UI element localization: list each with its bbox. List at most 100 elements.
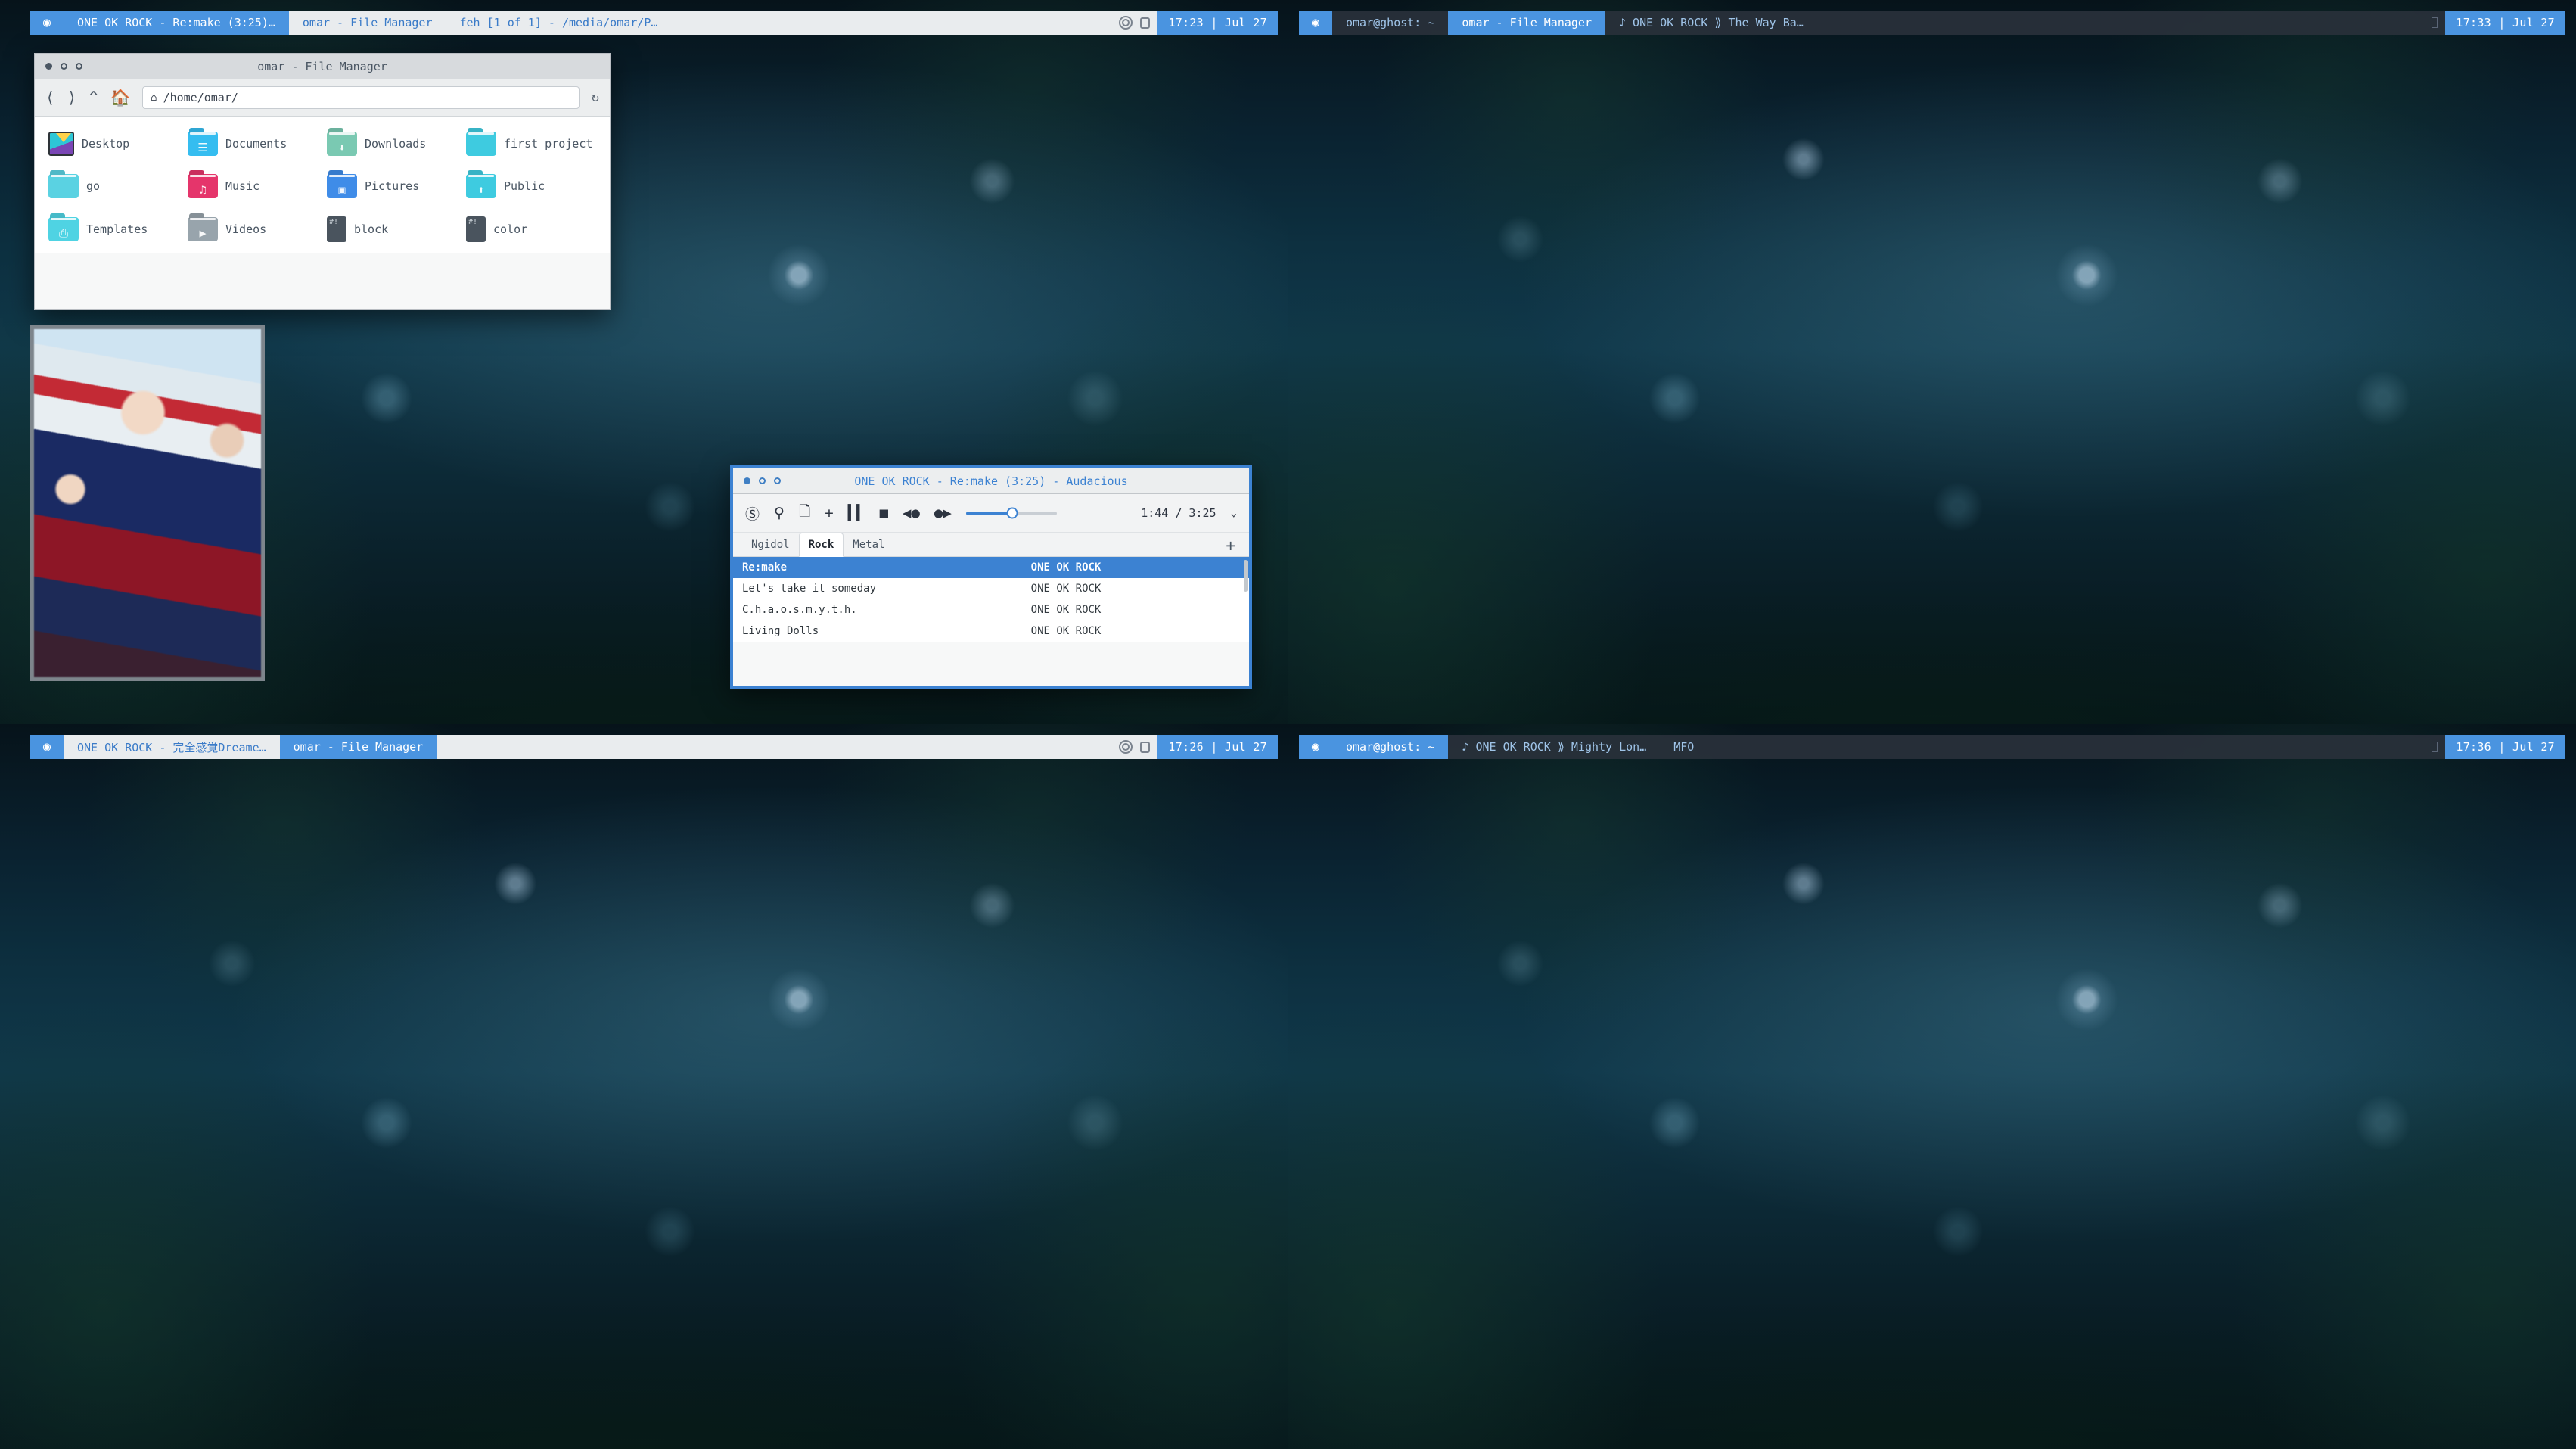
system-tray[interactable] bbox=[1111, 735, 1157, 759]
playlist-row[interactable]: C.h.a.o.s.m.y.t.h. ONE OK ROCK bbox=[733, 599, 1249, 620]
maximize-icon[interactable] bbox=[76, 63, 82, 70]
openbox-logo-icon[interactable]: ◉ bbox=[1299, 11, 1332, 35]
clipboard-icon[interactable] bbox=[1140, 17, 1151, 29]
task-mfo[interactable]: MFO bbox=[1660, 735, 1707, 759]
pictures-folder-icon: ▣ bbox=[327, 174, 357, 198]
playlist[interactable]: Re:make ONE OK ROCK Let's take it someday O… bbox=[733, 557, 1249, 642]
desktop-wallpaper-icon bbox=[48, 132, 74, 156]
back-icon[interactable]: ⟨ bbox=[45, 89, 55, 106]
file-item[interactable]: ▣ Pictures bbox=[322, 171, 461, 201]
task-lyrics[interactable]: ♪ ONE OK ROCK ⟫ Mighty Lon… bbox=[1448, 735, 1660, 759]
openbox-logo-icon[interactable]: ◉ bbox=[30, 11, 64, 35]
search-icon[interactable]: ⚲ bbox=[774, 505, 785, 521]
task-terminal[interactable]: omar@ghost: ~ bbox=[1332, 11, 1448, 35]
file-item[interactable]: ☰ Documents bbox=[183, 129, 322, 159]
player-toolbar[interactable]: Ⓢ ⚲ 🗋 + ▍▍ ■ ◀● ●▶ 1:44 / 3:25 ⌄ bbox=[733, 494, 1249, 533]
volume-icon[interactable] bbox=[1119, 16, 1133, 30]
file-label: Pictures bbox=[365, 179, 420, 193]
track-title: Re:make bbox=[742, 561, 788, 574]
titlebar[interactable]: omar - File Manager bbox=[35, 54, 610, 79]
file-manager-window[interactable]: omar - File Manager ⟨ ⟩ ^ 🏠 ⌂ /home/omar… bbox=[34, 53, 611, 310]
system-tray[interactable] bbox=[2424, 11, 2445, 35]
folder-glyph: ⬆ bbox=[477, 183, 485, 197]
playlist-row[interactable]: Living Dolls ONE OK ROCK bbox=[733, 620, 1249, 642]
file-label: Music bbox=[225, 179, 260, 193]
file-item[interactable]: ⬇ Downloads bbox=[322, 129, 461, 159]
add-playlist-icon[interactable]: + bbox=[1221, 535, 1240, 556]
file-label: Public bbox=[504, 179, 545, 193]
minimize-icon[interactable] bbox=[759, 477, 766, 484]
open-folder-icon[interactable]: 🗋 bbox=[799, 501, 810, 525]
volume-icon[interactable] bbox=[1119, 740, 1133, 754]
task-lyrics[interactable]: ♪ ONE OK ROCK ⟫ The Way Ba… bbox=[1605, 11, 1817, 35]
shell-script-icon: #! bbox=[327, 216, 346, 242]
taskbar[interactable]: ◉ ONE OK ROCK - 完全感覚Dreame… omar - File … bbox=[30, 735, 1278, 759]
file-item[interactable]: #! color bbox=[461, 213, 601, 245]
scrollbar[interactable] bbox=[1244, 560, 1248, 592]
feh-image-viewer[interactable] bbox=[30, 325, 265, 681]
chevron-down-icon[interactable]: ⌄ bbox=[1231, 507, 1237, 519]
window-buttons[interactable] bbox=[35, 63, 82, 70]
folder-glyph: ⎙ bbox=[58, 226, 68, 240]
file-item[interactable]: Desktop bbox=[44, 129, 183, 159]
maximize-icon[interactable] bbox=[774, 477, 781, 484]
photo-image bbox=[34, 329, 261, 677]
task-terminal[interactable]: omar@ghost: ~ bbox=[1332, 735, 1449, 759]
file-grid[interactable]: Desktop ☰ Documents ⬇ Downloads first project… bbox=[44, 129, 601, 245]
playlist-row[interactable]: Re:make ONE OK ROCK bbox=[733, 557, 1249, 578]
taskbar[interactable]: ◉ omar@ghost: ~ ♪ ONE OK ROCK ⟫ Mighty L… bbox=[1299, 735, 2565, 759]
playlist-tab-metal[interactable]: Metal bbox=[844, 533, 893, 556]
file-item[interactable]: first project bbox=[461, 129, 601, 159]
file-item[interactable]: ⬆ Public bbox=[461, 171, 601, 201]
task-feh[interactable]: feh [1 of 1] - /media/omar/P… bbox=[446, 11, 672, 35]
up-icon[interactable]: ^ bbox=[89, 89, 98, 106]
playlist-tabs[interactable]: Ngidol Rock Metal + bbox=[733, 533, 1249, 557]
next-icon[interactable]: ●▶ bbox=[934, 505, 952, 521]
system-tray[interactable] bbox=[1111, 11, 1157, 35]
pause-icon[interactable]: ▍▍ bbox=[848, 505, 865, 521]
file-item[interactable]: #! block bbox=[322, 213, 461, 245]
folder-icon bbox=[48, 174, 79, 198]
task-audacious[interactable]: ONE OK ROCK - Re:make (3:25)… bbox=[64, 11, 289, 35]
close-icon[interactable] bbox=[45, 63, 52, 70]
forward-icon[interactable]: ⟩ bbox=[67, 89, 77, 106]
stop-icon[interactable]: ■ bbox=[880, 505, 888, 521]
task-file-manager[interactable]: omar - File Manager bbox=[279, 735, 437, 759]
folder-glyph: ▣ bbox=[338, 183, 346, 197]
previous-icon[interactable]: ◀● bbox=[903, 505, 920, 521]
playlist-tab-ngidol[interactable]: Ngidol bbox=[742, 533, 799, 556]
seek-slider[interactable] bbox=[965, 507, 1057, 519]
task-file-manager[interactable]: omar - File Manager bbox=[289, 11, 446, 35]
window-title: ONE OK ROCK - Re:make (3:25) - Audacious bbox=[854, 474, 1128, 488]
audacious-window[interactable]: ONE OK ROCK - Re:make (3:25) - Audacious… bbox=[730, 465, 1252, 689]
file-item[interactable]: ♫ Music bbox=[183, 171, 322, 201]
track-artist: ONE OK ROCK bbox=[1030, 561, 1102, 574]
playlist-row[interactable]: Let's take it someday ONE OK ROCK bbox=[733, 578, 1249, 599]
clipboard-icon[interactable] bbox=[1140, 741, 1151, 753]
openbox-logo-icon[interactable]: ◉ bbox=[30, 735, 64, 759]
task-file-manager[interactable]: omar - File Manager bbox=[1448, 11, 1605, 35]
file-label: block bbox=[354, 222, 389, 236]
tray-icon[interactable] bbox=[2432, 742, 2438, 752]
openbox-logo-icon[interactable]: ◉ bbox=[1299, 735, 1332, 759]
home-icon[interactable]: 🏠 bbox=[110, 89, 130, 106]
minimize-icon[interactable] bbox=[61, 63, 67, 70]
fm-toolbar[interactable]: ⟨ ⟩ ^ 🏠 ⌂ /home/omar/ ↻ bbox=[35, 79, 610, 117]
taskbar[interactable]: ◉ omar@ghost: ~ omar - File Manager ♪ ON… bbox=[1299, 11, 2565, 35]
tray-icon[interactable] bbox=[2432, 17, 2438, 28]
reload-icon[interactable]: ↻ bbox=[592, 90, 599, 105]
file-item[interactable]: ▶ Videos bbox=[183, 213, 322, 245]
task-audacious[interactable]: ONE OK ROCK - 完全感覚Dreame… bbox=[64, 735, 280, 759]
window-buttons[interactable] bbox=[733, 477, 781, 484]
seek-knob[interactable] bbox=[1006, 507, 1018, 519]
titlebar[interactable]: ONE OK ROCK - Re:make (3:25) - Audacious bbox=[733, 468, 1249, 494]
playlist-tab-rock[interactable]: Rock bbox=[798, 533, 844, 557]
system-tray[interactable] bbox=[2424, 735, 2445, 759]
file-item[interactable]: go bbox=[44, 171, 183, 201]
taskbar[interactable]: ◉ ONE OK ROCK - Re:make (3:25)… omar - F… bbox=[30, 11, 1278, 35]
audacious-logo-icon[interactable]: Ⓢ bbox=[745, 503, 760, 524]
file-item[interactable]: ⎙ Templates bbox=[44, 213, 183, 245]
add-icon[interactable]: + bbox=[825, 505, 833, 521]
path-input[interactable]: ⌂ /home/omar/ bbox=[142, 86, 580, 109]
close-icon[interactable] bbox=[744, 477, 750, 484]
